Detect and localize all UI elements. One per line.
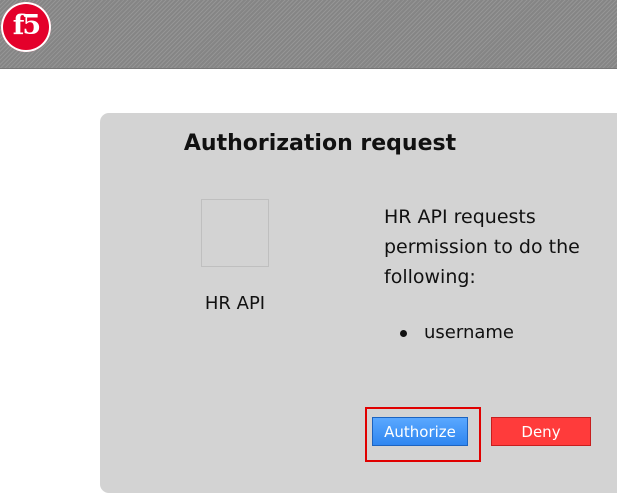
permission-item: username	[398, 319, 514, 347]
app-icon	[201, 199, 269, 267]
top-header-bar: f5	[0, 0, 617, 69]
f5-logo: f5	[1, 2, 51, 52]
deny-button[interactable]: Deny	[491, 417, 591, 446]
app-name: HR API	[204, 293, 266, 314]
page-title: Authorization request	[183, 131, 457, 156]
authorize-button[interactable]: Authorize	[372, 417, 468, 446]
logo-text: f5	[12, 10, 41, 41]
permission-request-text: HR API requests permission to do the fol…	[384, 206, 580, 288]
permission-list: username	[398, 319, 514, 347]
